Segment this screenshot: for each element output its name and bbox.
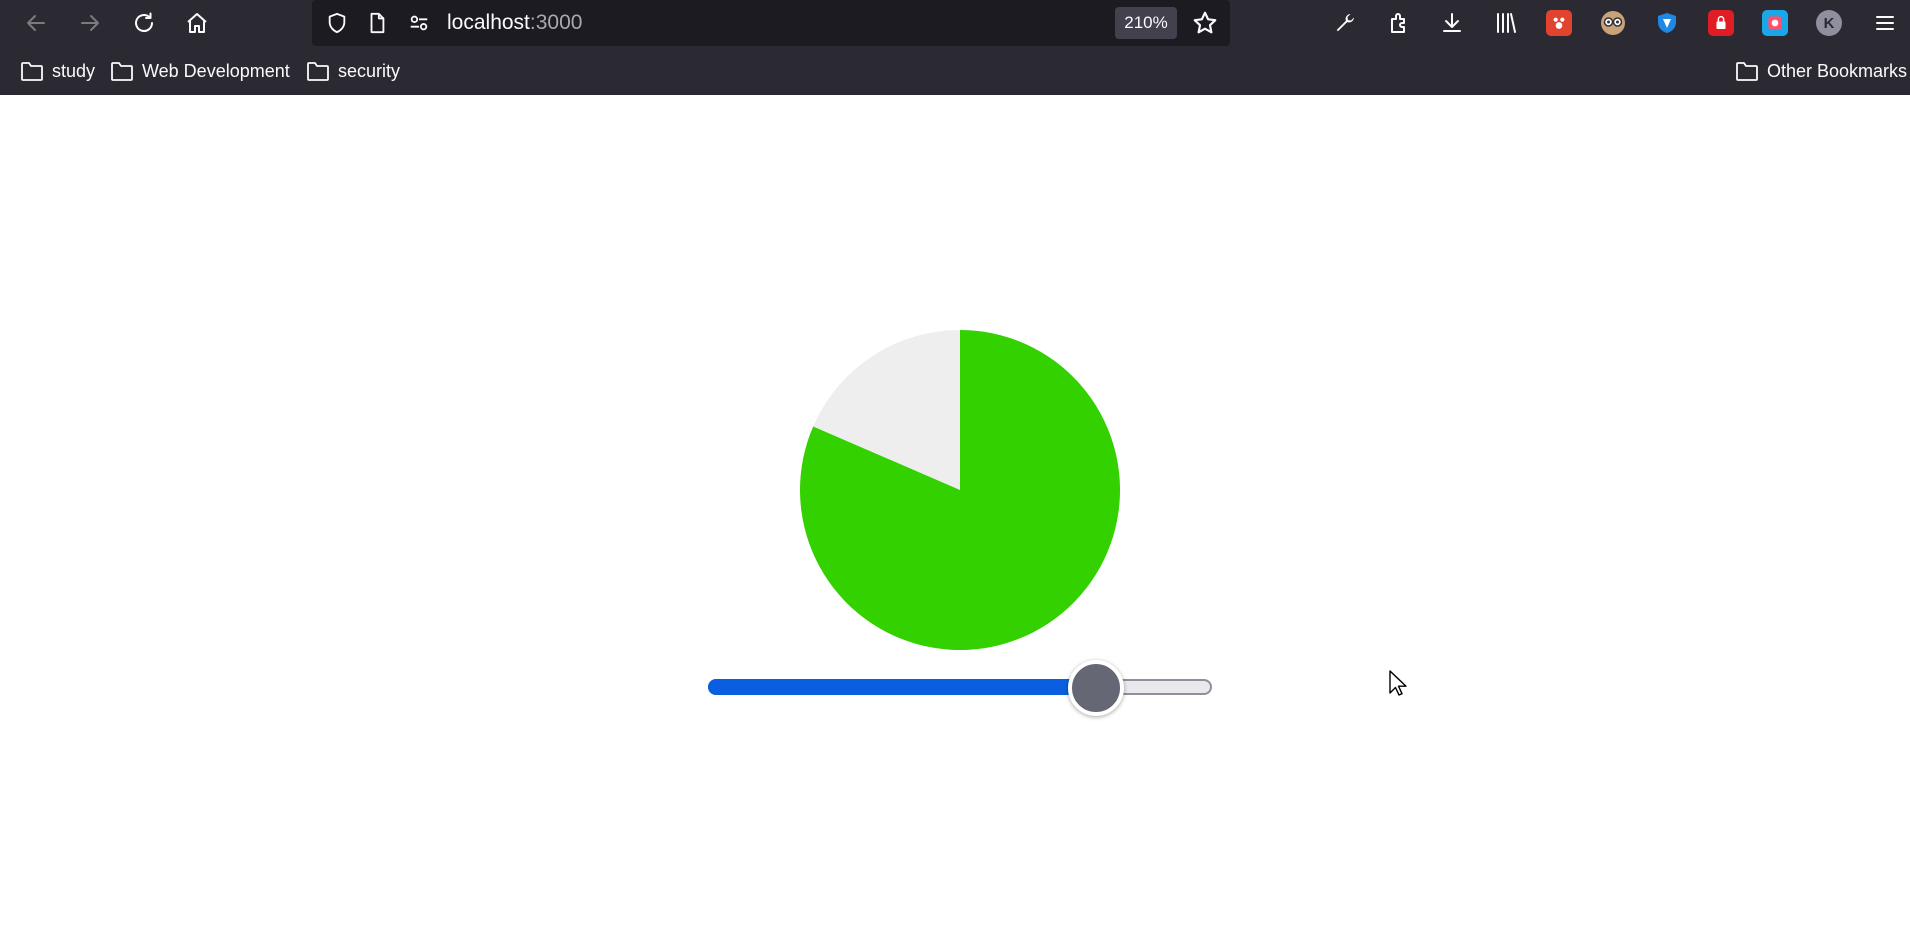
tracking-protection-icon[interactable] — [325, 11, 349, 35]
progress-pie — [800, 330, 1120, 650]
extensions-icon — [1391, 13, 1405, 33]
slider-fill — [708, 679, 1097, 695]
reload-button[interactable] — [128, 7, 160, 39]
zoom-level-badge[interactable]: 210% — [1115, 7, 1177, 39]
folder-icon — [21, 62, 43, 81]
wrench-button[interactable] — [1329, 7, 1361, 39]
cyan-camera-extension-icon[interactable] — [1762, 10, 1788, 36]
profile-initial: K — [1823, 14, 1835, 32]
library-icon — [1497, 13, 1516, 33]
app-menu-button[interactable] — [1869, 7, 1901, 39]
bookmark-folder-study[interactable]: study — [20, 59, 95, 83]
page-content — [0, 95, 1910, 947]
page-info-icon[interactable] — [365, 11, 389, 35]
downloads-button[interactable] — [1436, 7, 1468, 39]
back-button[interactable] — [20, 7, 52, 39]
url-port: :3000 — [529, 11, 583, 34]
mouse-cursor-icon — [1389, 670, 1407, 696]
forward-button[interactable] — [74, 7, 106, 39]
back-arrow-icon — [27, 15, 45, 31]
blue-shield-extension-icon[interactable] — [1654, 10, 1680, 36]
home-button[interactable] — [181, 7, 213, 39]
bookmark-label: Web Development — [142, 60, 290, 81]
reload-icon — [135, 12, 153, 32]
bookmark-star-icon[interactable] — [1192, 10, 1218, 36]
url-bar[interactable]: localhost:3000 210% — [312, 0, 1230, 46]
bookmark-folder-web-development[interactable]: Web Development — [110, 59, 290, 83]
folder-icon — [111, 62, 133, 81]
folder-icon — [307, 62, 329, 81]
bookmark-label: study — [52, 60, 96, 81]
wrench-icon — [1336, 14, 1354, 32]
bookmark-label: security — [338, 60, 401, 81]
url-host: localhost — [447, 11, 530, 34]
browser-toolbar: localhost:3000 210% K — [0, 0, 1910, 46]
extensions-button[interactable] — [1383, 7, 1415, 39]
bookmark-label: Other Bookmarks — [1767, 60, 1908, 81]
glasses-extension-icon[interactable] — [1600, 10, 1626, 36]
bookmark-folder-security[interactable]: security — [306, 59, 400, 83]
folder-icon — [1736, 62, 1758, 81]
value-slider[interactable] — [705, 655, 1215, 716]
bookmarks-toolbar: study Web Development security Other Boo… — [0, 46, 1910, 95]
forward-arrow-icon — [81, 15, 99, 31]
home-icon — [187, 13, 207, 33]
app-menu-icon — [1876, 16, 1894, 30]
url-text[interactable]: localhost:3000 — [447, 11, 582, 35]
download-icon — [1443, 13, 1461, 32]
bookmark-folder-other[interactable]: Other Bookmarks — [1735, 59, 1907, 83]
red-paw-extension-icon[interactable] — [1546, 10, 1572, 36]
slider-thumb[interactable] — [1068, 660, 1125, 716]
profile-avatar[interactable]: K — [1816, 10, 1842, 36]
red-lock-extension-icon[interactable] — [1708, 10, 1734, 36]
library-button[interactable] — [1490, 7, 1522, 39]
permissions-icon[interactable] — [407, 11, 431, 35]
